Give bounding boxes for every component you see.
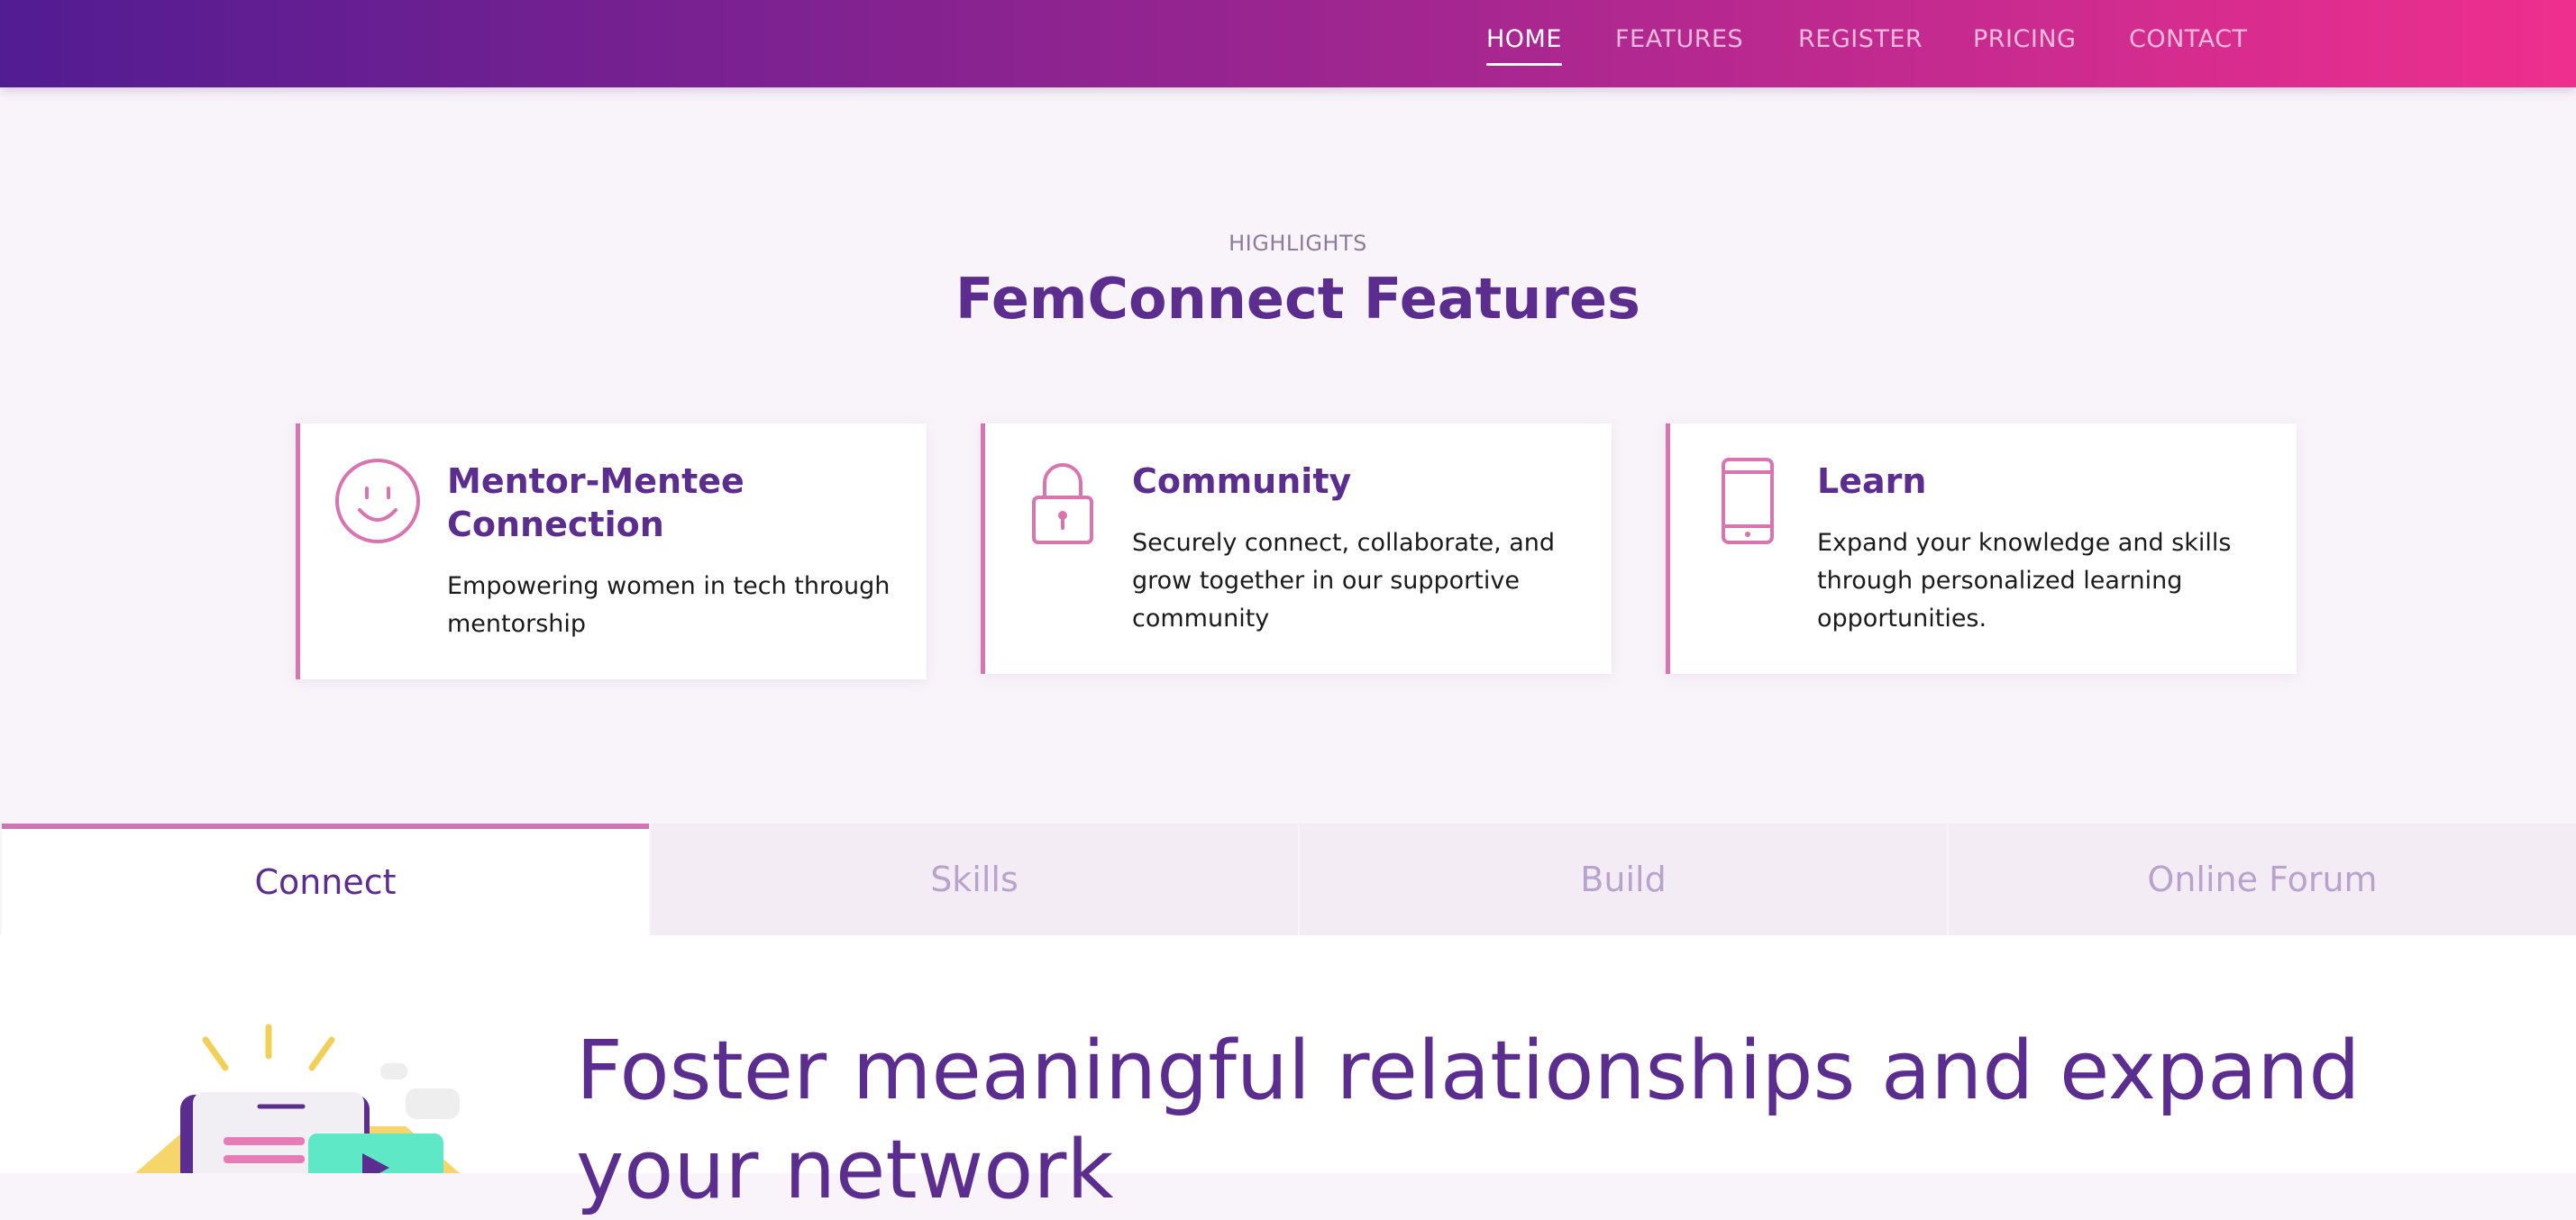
card-text: Securely connect, collaborate, and grow …	[1132, 529, 1556, 633]
nav-features-link[interactable]: FEATURES	[1615, 25, 1743, 53]
tab-build[interactable]: Build	[1300, 824, 1947, 935]
lock-icon	[1032, 463, 1093, 544]
card-title: Mentor-Mentee Connection	[447, 461, 744, 544]
card-text: Expand your knowledge and skills through…	[1817, 529, 2232, 633]
connect-illustration	[135, 1024, 460, 1173]
mobile-icon	[1722, 458, 1774, 544]
card-title: Learn	[1817, 461, 1927, 501]
nav-contact-link[interactable]: CONTACT	[2129, 25, 2248, 53]
card-text: Empowering women in tech through mentors…	[447, 572, 891, 638]
section-eyebrow: HIGHLIGHTS	[1229, 231, 1367, 256]
tab-content-headline: Foster meaningful relationships and expa…	[576, 1024, 2361, 1217]
feature-card-mentor: Mentor-Mentee Connection Empowering wome…	[296, 423, 927, 679]
feature-card-community: Community Securely connect, collaborate,…	[981, 423, 1612, 674]
tab-online-forum[interactable]: Online Forum	[1949, 824, 2576, 935]
card-title: Community	[1132, 461, 1352, 501]
nav-register-link[interactable]: REGISTER	[1798, 25, 1923, 53]
top-navbar: HOME FEATURES REGISTER PRICING CONTACT	[0, 0, 2576, 87]
section-title: FemConnect Features	[955, 266, 1640, 332]
nav-home-link[interactable]: HOME	[1486, 25, 1562, 66]
tab-skills[interactable]: Skills	[651, 824, 1298, 935]
feature-card-learn: Learn Expand your knowledge and skills t…	[1666, 423, 2297, 674]
nav-pricing-link[interactable]: PRICING	[1973, 25, 2076, 53]
smiley-icon	[335, 459, 420, 543]
tab-connect[interactable]: Connect	[2, 824, 649, 935]
